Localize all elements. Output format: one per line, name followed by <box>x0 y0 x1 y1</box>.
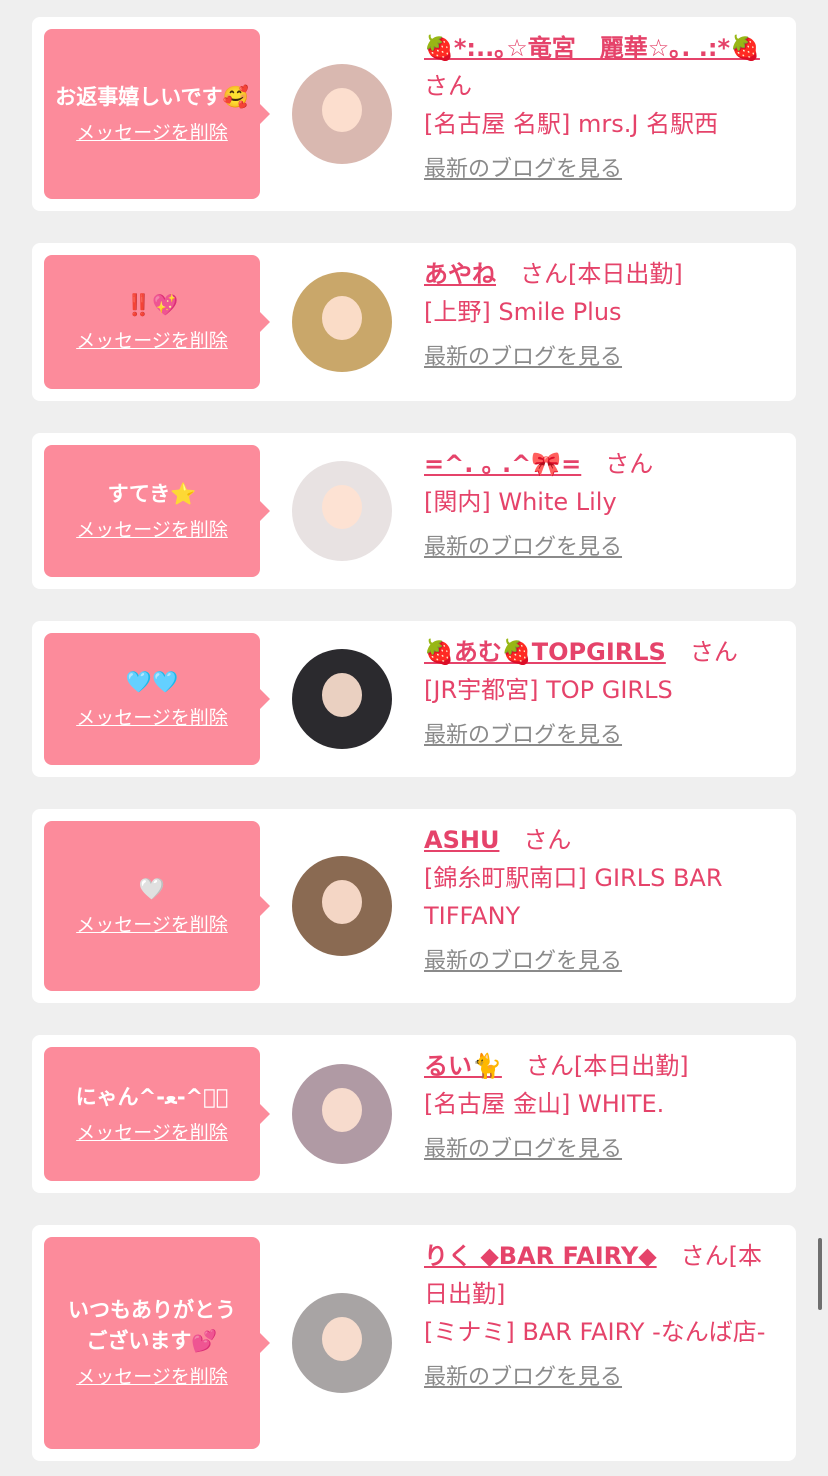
sender-suffix: さん[本日出勤] <box>525 1052 689 1080</box>
message-card: 🤍 メッセージを削除 ASHU さん [錦糸町駅南口] GIRLS BAR TIFFA… <box>32 809 796 1003</box>
message-card: にゃん^-ﻌ-^ฅ゙ メッセージを削除 るい🐈 さん[本日出勤] [名古屋 金山] W… <box>32 1035 796 1193</box>
avatar-face <box>322 485 362 529</box>
avatar-face <box>322 880 362 924</box>
message-text: お返事嬉しいです🥰 <box>55 84 249 109</box>
message-text: すてき⭐️ <box>107 481 197 506</box>
avatar[interactable] <box>292 856 392 956</box>
delete-message-link[interactable]: メッセージを削除 <box>76 704 228 732</box>
scrollbar[interactable] <box>818 1238 822 1310</box>
honorific-spacer <box>499 826 523 854</box>
message-bubble: 🤍 メッセージを削除 <box>44 821 270 991</box>
honorific-spacer <box>760 34 784 62</box>
sender-suffix: さん[本日出勤] <box>520 260 683 288</box>
avatar[interactable] <box>292 64 392 164</box>
sender-suffix: さん <box>605 450 654 478</box>
message-card: お返事嬉しいです🥰 メッセージを削除 🍓*:..｡☆竜宮 麗華☆｡. .:*🍓 さん… <box>32 17 796 211</box>
avatar[interactable] <box>292 649 392 749</box>
sender-name-link[interactable]: あやね <box>424 260 496 288</box>
delete-message-link[interactable]: メッセージを削除 <box>76 1363 228 1391</box>
message-text: にゃん^-ﻌ-^ฅ゙ <box>75 1084 229 1109</box>
avatar-face <box>322 88 362 132</box>
sender-suffix: さん <box>523 826 572 854</box>
delete-message-link[interactable]: メッセージを削除 <box>76 1119 228 1147</box>
message-text: ‼️💖 <box>125 292 179 317</box>
message-card: すてき⭐️ メッセージを削除 =^. ｡ .^🎀= さん [関内] White Lil… <box>32 433 796 589</box>
avatar[interactable] <box>292 1064 392 1164</box>
name-line: りく ◆BAR FAIRY◆ さん[本日出勤] <box>424 1237 774 1313</box>
sender-suffix: さん <box>424 72 472 100</box>
latest-blog-link[interactable]: 最新のブログを見る <box>424 1135 622 1165</box>
avatar[interactable] <box>292 461 392 561</box>
sender-info: るい🐈 さん[本日出勤] [名古屋 金山] WHITE. 最新のブログを見る <box>424 1047 774 1167</box>
shop-label: [ミナミ] BAR FAIRY -なんば店- <box>424 1318 766 1346</box>
message-bubble: ‼️💖 メッセージを削除 <box>44 255 270 389</box>
sender-info: 🍓あむ🍓TOPGIRLS さん [JR宇都宮] TOP GIRLS 最新のブログを見… <box>424 633 774 753</box>
avatar[interactable] <box>292 272 392 372</box>
honorific-spacer <box>496 260 520 288</box>
delete-message-link[interactable]: メッセージを削除 <box>76 911 228 939</box>
sender-name-link[interactable]: 🍓あむ🍓TOPGIRLS <box>424 638 666 666</box>
sender-name-link[interactable]: るい🐈 <box>424 1052 502 1080</box>
name-line: 🍓あむ🍓TOPGIRLS さん <box>424 633 774 671</box>
avatar-face <box>322 1088 362 1132</box>
name-line: あやね さん[本日出勤] <box>424 255 774 293</box>
message-bubble: すてき⭐️ メッセージを削除 <box>44 445 270 577</box>
message-bubble: いつもありがとう ございます💕 メッセージを削除 <box>44 1237 270 1449</box>
sender-name-link[interactable]: =^. ｡ .^🎀= <box>424 450 581 478</box>
sender-info: ASHU さん [錦糸町駅南口] GIRLS BAR TIFFANY 最新のブログを… <box>424 821 774 979</box>
sender-name-link[interactable]: りく ◆BAR FAIRY◆ <box>424 1242 657 1270</box>
sender-info: あやね さん[本日出勤] [上野] Smile Plus 最新のブログを見る <box>424 255 774 375</box>
message-text: いつもありがとう ございます💕 <box>68 1298 236 1353</box>
avatar-face <box>322 296 362 340</box>
message-card: 🩵🩵 メッセージを削除 🍓あむ🍓TOPGIRLS さん [JR宇都宮] TOP GIR… <box>32 621 796 777</box>
shop-label: [名古屋 名駅] mrs.J 名駅西 <box>424 110 719 138</box>
sender-name-link[interactable]: ASHU <box>424 826 499 854</box>
shop-label: [名古屋 金山] WHITE. <box>424 1090 665 1118</box>
sender-info: りく ◆BAR FAIRY◆ さん[本日出勤] [ミナミ] BAR FAIRY -… <box>424 1237 774 1395</box>
shop-label: [錦糸町駅南口] GIRLS BAR TIFFANY <box>424 864 723 930</box>
latest-blog-link[interactable]: 最新のブログを見る <box>424 155 622 185</box>
avatar-face <box>322 673 362 717</box>
message-text: 🤍 <box>138 876 166 901</box>
avatar[interactable] <box>292 1293 392 1393</box>
latest-blog-link[interactable]: 最新のブログを見る <box>424 721 622 751</box>
latest-blog-link[interactable]: 最新のブログを見る <box>424 533 622 563</box>
message-card: いつもありがとう ございます💕 メッセージを削除 りく ◆BAR FAIRY◆ さん… <box>32 1225 796 1461</box>
name-line: 🍓*:..｡☆竜宮 麗華☆｡. .:*🍓 さん <box>424 29 774 105</box>
sender-suffix: さん <box>689 638 738 666</box>
shop-label: [JR宇都宮] TOP GIRLS <box>424 676 673 704</box>
delete-message-link[interactable]: メッセージを削除 <box>76 327 228 355</box>
sender-info: 🍓*:..｡☆竜宮 麗華☆｡. .:*🍓 さん [名古屋 名駅] mrs.J 名駅… <box>424 29 774 187</box>
delete-message-link[interactable]: メッセージを削除 <box>76 119 228 147</box>
message-card: ‼️💖 メッセージを削除 あやね さん[本日出勤] [上野] Smile Plus 最新… <box>32 243 796 401</box>
latest-blog-link[interactable]: 最新のブログを見る <box>424 343 622 373</box>
message-bubble: お返事嬉しいです🥰 メッセージを削除 <box>44 29 270 199</box>
name-line: =^. ｡ .^🎀= さん <box>424 445 774 483</box>
latest-blog-link[interactable]: 最新のブログを見る <box>424 1363 622 1393</box>
message-text: 🩵🩵 <box>125 669 179 694</box>
name-line: るい🐈 さん[本日出勤] <box>424 1047 774 1085</box>
shop-label: [関内] White Lily <box>424 488 617 516</box>
shop-label: [上野] Smile Plus <box>424 298 622 326</box>
sender-name-link[interactable]: 🍓*:..｡☆竜宮 麗華☆｡. .:*🍓 <box>424 34 760 62</box>
message-bubble: にゃん^-ﻌ-^ฅ゙ メッセージを削除 <box>44 1047 270 1181</box>
delete-message-link[interactable]: メッセージを削除 <box>76 516 228 544</box>
name-line: ASHU さん <box>424 821 774 859</box>
latest-blog-link[interactable]: 最新のブログを見る <box>424 947 622 977</box>
honorific-spacer <box>502 1052 526 1080</box>
honorific-spacer <box>666 638 690 666</box>
sender-info: =^. ｡ .^🎀= さん [関内] White Lily 最新のブログを見る <box>424 445 774 565</box>
honorific-spacer <box>581 450 605 478</box>
avatar-face <box>322 1317 362 1361</box>
honorific-spacer <box>657 1242 681 1270</box>
message-bubble: 🩵🩵 メッセージを削除 <box>44 633 270 765</box>
